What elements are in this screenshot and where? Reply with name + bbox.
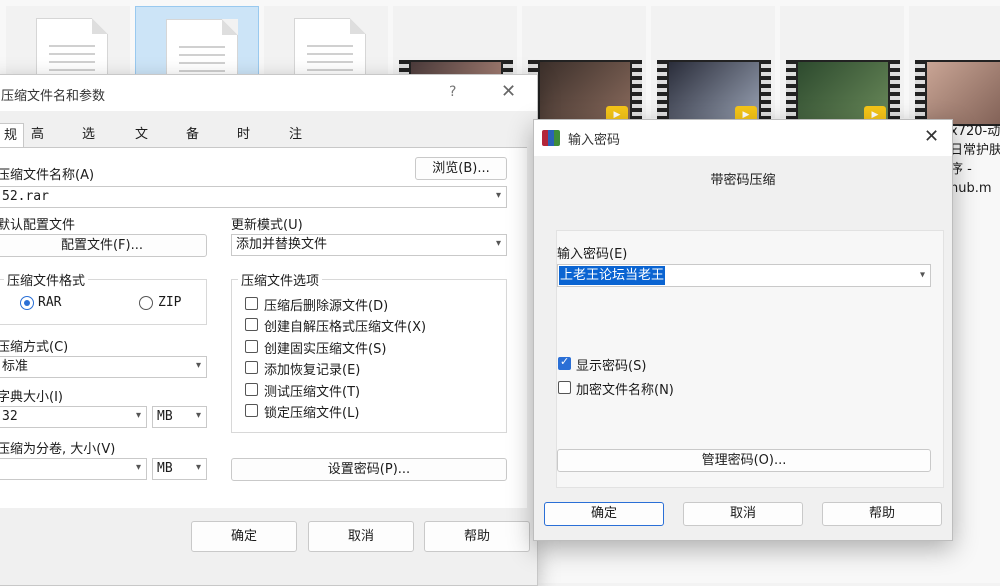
close-icon[interactable]: ✕ — [924, 126, 939, 147]
tab-comment[interactable]: 注释 — [283, 123, 308, 166]
dialog-title: 输入密码 — [568, 133, 621, 148]
tab-backup[interactable]: 备份 — [180, 123, 205, 166]
option-label[interactable]: 添加恢复记录(E) — [264, 359, 360, 378]
video-film-icon: ▶ — [528, 60, 642, 126]
tab-time[interactable]: 时间 — [231, 123, 256, 166]
split-volume-size-select[interactable]: ▾ — [0, 458, 147, 480]
set-password-button[interactable]: 设置密码(P)... — [231, 458, 507, 481]
archive-name-label: 压缩文件名称(A) — [0, 168, 95, 183]
option-label[interactable]: 压缩后删除源文件(D) — [264, 295, 388, 314]
dialog-heading: 带密码压缩 — [710, 173, 776, 188]
archive-name-combo[interactable]: 52.rar ▾ — [0, 186, 507, 208]
enter-password-dialog: 输入密码 ✕ 带密码压缩 输入密码(E) 上老王论坛当老王 ▾ 显示密码(S) … — [533, 119, 953, 541]
option-label[interactable]: 创建自解压格式压缩文件(X) — [264, 316, 426, 335]
split-volume-unit-select[interactable]: MB ▾ — [152, 458, 207, 480]
archive-options-group-title: 压缩文件选项 — [238, 270, 323, 289]
dialog-title-bar[interactable]: 压缩文件名和参数 ? ✕ — [0, 75, 537, 111]
chevron-down-icon[interactable]: ▾ — [196, 356, 201, 376]
option-label[interactable]: 测试压缩文件(T) — [264, 381, 360, 400]
chevron-down-icon[interactable]: ▾ — [136, 458, 141, 478]
dictionary-size-label: 字典大小(I) — [0, 390, 63, 405]
encrypt-file-names-checkbox[interactable] — [558, 381, 571, 394]
file-name-line: hub.m — [950, 181, 992, 196]
archive-name-value: 52.rar — [2, 189, 49, 204]
ok-button[interactable]: 确定 — [544, 502, 664, 526]
add-recovery-checkbox[interactable] — [245, 361, 258, 374]
file-thumbnail-video[interactable]: ▶ — [522, 6, 646, 126]
password-value: 上老王论坛当老王 — [559, 266, 666, 285]
test-archive-checkbox[interactable] — [245, 383, 258, 396]
tab-files[interactable]: 文件 — [129, 123, 154, 166]
show-password-label[interactable]: 显示密码(S) — [576, 355, 646, 374]
format-rar-label[interactable]: RAR — [38, 295, 61, 310]
video-film-icon: ▶ — [657, 60, 771, 126]
video-film-icon: ▶ — [786, 60, 900, 126]
compression-method-value: 标准 — [2, 359, 29, 374]
chevron-down-icon[interactable]: ▾ — [496, 186, 501, 206]
help-button[interactable]: 帮助 — [424, 521, 530, 552]
compression-method-label: 压缩方式(C) — [0, 340, 69, 355]
file-name-line: 序 - — [950, 162, 972, 177]
browse-button[interactable]: 浏览(B)... — [415, 157, 507, 180]
create-sfx-checkbox[interactable] — [245, 318, 258, 331]
archive-params-dialog: 压缩文件名和参数 ? ✕ 规 高级 选项 文件 备份 时间 注释 压缩文件名称(… — [0, 74, 538, 586]
tab-options[interactable]: 选项 — [76, 123, 101, 166]
manage-passwords-button[interactable]: 管理密码(O)... — [557, 449, 931, 472]
tab-general[interactable]: 规 — [0, 123, 25, 148]
update-mode-label: 更新模式(U) — [231, 218, 303, 233]
chevron-down-icon[interactable]: ▾ — [496, 234, 501, 254]
chevron-down-icon[interactable]: ▾ — [136, 406, 141, 426]
ok-button[interactable]: 确定 — [191, 521, 297, 552]
help-button[interactable]: 帮助 — [822, 502, 942, 526]
cancel-button[interactable]: 取消 — [683, 502, 803, 526]
option-label[interactable]: 创建固实压缩文件(S) — [264, 338, 386, 357]
chevron-down-icon[interactable]: ▾ — [920, 265, 925, 284]
file-name-line: 日常护肤 — [950, 143, 1000, 158]
show-password-checkbox[interactable] — [558, 355, 571, 370]
split-volume-label: 压缩为分卷, 大小(V) — [0, 442, 116, 457]
dictionary-size-value: 32 — [2, 409, 18, 424]
dialog-title: 压缩文件名和参数 — [1, 89, 106, 104]
dictionary-unit-select[interactable]: MB ▾ — [152, 406, 207, 428]
format-zip-radio[interactable] — [139, 296, 153, 310]
close-icon[interactable]: ✕ — [501, 81, 516, 102]
default-profile-label: 默认配置文件 — [0, 218, 76, 233]
dialog-title-bar[interactable]: 输入密码 ✕ — [534, 120, 952, 156]
create-solid-checkbox[interactable] — [245, 340, 258, 353]
file-thumbnail-video[interactable]: ▶ — [651, 6, 775, 126]
update-mode-select[interactable]: 添加并替换文件 ▾ — [231, 234, 507, 256]
chevron-down-icon[interactable]: ▾ — [196, 458, 201, 478]
archive-options-group: 压缩文件选项 压缩后删除源文件(D) 创建自解压格式压缩文件(X) 创建固实压缩… — [231, 270, 507, 433]
file-thumbnail-video[interactable]: ▶ — [780, 6, 904, 126]
winrar-app-icon — [542, 130, 560, 146]
option-label[interactable]: 锁定压缩文件(L) — [264, 402, 359, 421]
general-tab-panel: 压缩文件名称(A) 浏览(B)... 52.rar ▾ 默认配置文件 配置文件(… — [0, 147, 527, 508]
format-zip-label[interactable]: ZIP — [158, 295, 181, 310]
cancel-button[interactable]: 取消 — [308, 521, 414, 552]
archive-format-group-title: 压缩文件格式 — [4, 270, 89, 289]
dictionary-unit-value: MB — [157, 409, 173, 424]
delete-after-checkbox[interactable] — [245, 297, 258, 310]
file-name-line: x720-动 — [950, 124, 1000, 139]
lock-archive-checkbox[interactable] — [245, 404, 258, 417]
compression-method-select[interactable]: 标准 ▾ — [0, 356, 207, 378]
encrypt-file-names-label[interactable]: 加密文件名称(N) — [576, 379, 674, 398]
update-mode-value: 添加并替换文件 — [236, 237, 328, 252]
video-film-icon — [915, 60, 1000, 126]
archive-format-group: 压缩文件格式 RAR ZIP — [0, 270, 207, 325]
file-thumbnail-video[interactable] — [909, 6, 1000, 126]
dictionary-size-select[interactable]: 32 ▾ — [0, 406, 147, 428]
help-icon[interactable]: ? — [449, 84, 456, 100]
split-volume-unit-value: MB — [157, 461, 173, 476]
password-label: 输入密码(E) — [557, 247, 628, 262]
video-file-name[interactable]: x720-动 日常护肤 序 - hub.m — [950, 122, 1000, 198]
profiles-button[interactable]: 配置文件(F)... — [0, 234, 207, 257]
password-input[interactable]: 上老王论坛当老王 ▾ — [557, 264, 931, 287]
password-panel: 输入密码(E) 上老王论坛当老王 ▾ 显示密码(S) 加密文件名称(N) 管理密… — [556, 230, 944, 488]
format-rar-radio[interactable] — [20, 296, 34, 310]
chevron-down-icon[interactable]: ▾ — [196, 406, 201, 426]
tab-advanced[interactable]: 高级 — [25, 123, 50, 166]
